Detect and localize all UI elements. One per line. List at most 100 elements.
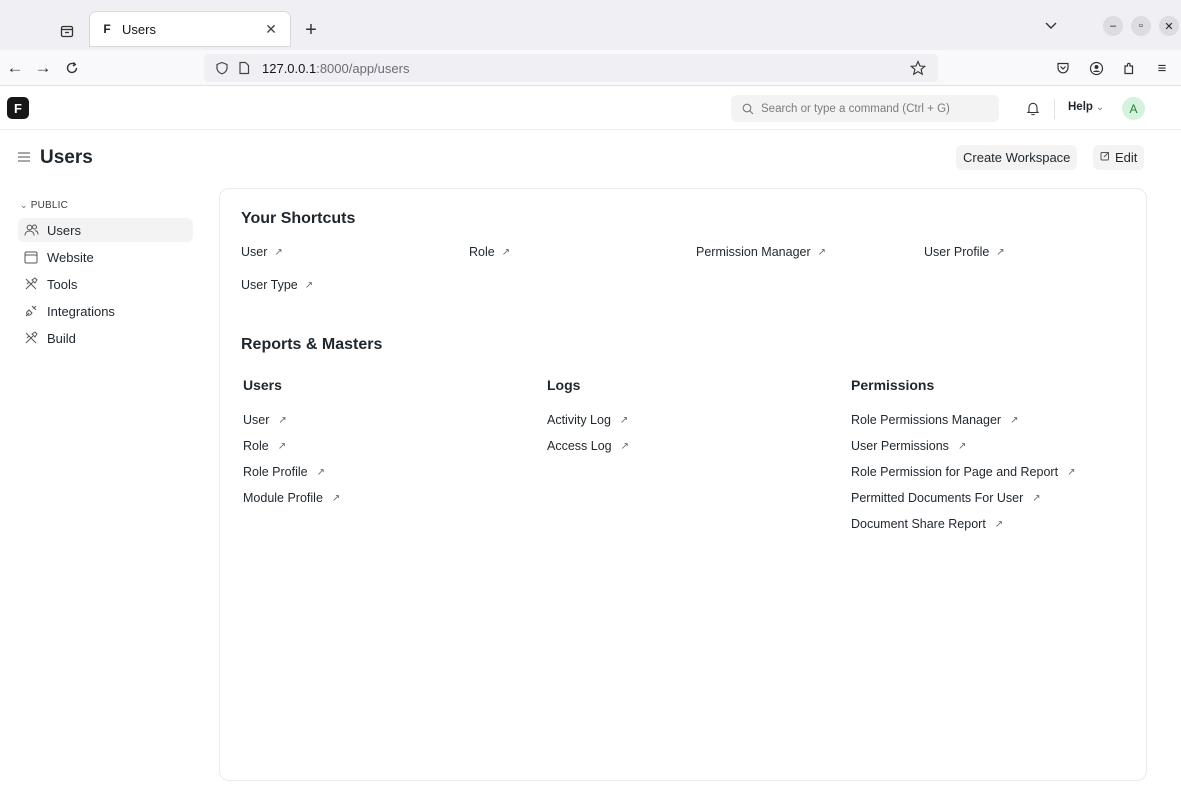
arrow-up-right-icon: ↗	[331, 492, 341, 504]
integrations-icon	[23, 303, 39, 319]
link-role[interactable]: Role ↗	[243, 439, 286, 453]
app-header: F Help ⌄ A	[0, 87, 1181, 130]
page-header: Users Create Workspace Edit	[0, 140, 1181, 176]
link-activity-log[interactable]: Activity Log ↗	[547, 413, 628, 427]
create-workspace-button[interactable]: Create Workspace	[956, 145, 1078, 170]
card-heading-users: Users	[243, 377, 282, 393]
arrow-up-right-icon: ↗	[1032, 492, 1041, 504]
build-icon	[23, 330, 39, 346]
link-document-share-report[interactable]: Document Share Report ↗	[851, 517, 1003, 531]
sidebar-item-users[interactable]: Users	[18, 218, 193, 242]
window-controls: – ▫ ✕	[1041, 16, 1181, 36]
arrow-up-right-icon: ↗	[501, 246, 511, 258]
maximize-icon[interactable]: ▫	[1131, 16, 1151, 36]
close-icon[interactable]: ✕	[262, 21, 280, 38]
search-icon	[741, 102, 755, 116]
link-permitted-documents-for-user[interactable]: Permitted Documents For User ↗	[851, 491, 1041, 505]
link-label: Module Profile	[243, 491, 323, 505]
minimize-icon[interactable]: –	[1103, 16, 1123, 36]
awesome-bar[interactable]	[731, 95, 999, 122]
browser-icon	[23, 249, 39, 265]
shortcut-permission-manager[interactable]: Permission Manager ↗	[696, 245, 826, 259]
sidebar-item-label: Users	[47, 222, 81, 238]
edit-icon	[1100, 151, 1110, 164]
chevron-down-icon[interactable]	[1041, 16, 1061, 36]
arrow-up-right-icon: ↗	[994, 518, 1004, 530]
tools-icon	[23, 276, 39, 292]
link-user-permissions[interactable]: User Permissions ↗	[851, 439, 966, 453]
link-module-profile[interactable]: Module Profile ↗	[243, 491, 340, 505]
account-icon[interactable]	[1085, 57, 1107, 79]
browser-tab-users[interactable]: F Users ✕	[90, 12, 290, 46]
arrow-up-right-icon: ↗	[274, 246, 283, 258]
star-icon[interactable]	[908, 58, 928, 78]
sidebar-item-website[interactable]: Website	[18, 245, 193, 269]
shortcut-label: User Type	[241, 278, 298, 292]
menu-icon[interactable]: ≡	[1151, 57, 1173, 79]
header-divider	[1054, 99, 1055, 119]
reports-title: Reports & Masters	[241, 336, 383, 353]
sidebar-section-label: PUBLIC	[30, 200, 69, 211]
link-role-permissions-manager[interactable]: Role Permissions Manager ↗	[851, 413, 1018, 427]
link-label: User	[243, 413, 270, 427]
tab-title: Users	[122, 21, 156, 37]
help-label: Help	[1068, 101, 1093, 113]
extensions-icon[interactable]	[1118, 57, 1140, 79]
forward-icon[interactable]: →	[32, 57, 54, 79]
frappe-favicon-icon: F	[103, 22, 111, 36]
arrow-up-right-icon: ↗	[304, 279, 314, 291]
card-heading-permissions: Permissions	[851, 377, 935, 393]
pocket-icon[interactable]	[1052, 57, 1074, 79]
arrow-up-right-icon: ↗	[316, 466, 326, 478]
reload-icon[interactable]	[61, 57, 83, 79]
link-label: Document Share Report	[851, 517, 986, 531]
new-tab-button[interactable]: +	[298, 18, 324, 44]
shortcut-label: User	[241, 245, 268, 259]
shield-icon[interactable]	[214, 60, 230, 76]
chevron-down-icon: ⌄	[1095, 101, 1105, 113]
browser-nav-bar: ← → 127.0.0.1:8000/app/users ≡	[0, 50, 1181, 86]
shortcut-user[interactable]: User ↗	[241, 245, 283, 259]
shortcut-role[interactable]: Role ↗	[469, 245, 510, 259]
page-icon[interactable]	[236, 60, 252, 76]
shortcut-label: User Profile	[924, 245, 990, 259]
edit-button[interactable]: Edit	[1093, 145, 1145, 170]
shortcuts-title: Your Shortcuts	[241, 210, 356, 227]
sidebar-item-label: Website	[47, 249, 94, 265]
sidebar-item-label: Integrations	[47, 303, 115, 319]
url-bar[interactable]: 127.0.0.1:8000/app/users	[204, 54, 938, 82]
back-icon[interactable]: ←	[4, 57, 26, 79]
card-heading-logs: Logs	[547, 377, 581, 393]
sidebar-item-tools[interactable]: Tools	[18, 272, 193, 296]
sidebar-item-integrations[interactable]: Integrations	[18, 299, 193, 323]
sidebar-item-build[interactable]: Build	[18, 326, 193, 350]
app-logo[interactable]: F	[7, 97, 29, 119]
sidebar-item-label: Build	[47, 330, 76, 346]
arrow-up-right-icon: ↗	[1067, 466, 1076, 478]
window-close-icon[interactable]: ✕	[1159, 16, 1179, 36]
link-label: Role Profile	[243, 465, 308, 479]
browser-tab-bar: F Users ✕ + – ▫ ✕	[0, 0, 1181, 50]
shortcut-user-profile[interactable]: User Profile ↗	[924, 245, 1005, 259]
link-label: Permitted Documents For User	[851, 491, 1024, 505]
browser-toolbar-right: ≡	[1052, 57, 1181, 79]
hamburger-icon[interactable]	[16, 149, 32, 165]
tab-list-icon[interactable]	[56, 20, 78, 42]
link-role-permission-for-page-and-report[interactable]: Role Permission for Page and Report ↗	[851, 465, 1075, 479]
link-role-profile[interactable]: Role Profile ↗	[243, 465, 325, 479]
avatar[interactable]: A	[1122, 97, 1145, 120]
link-user[interactable]: User ↗	[243, 413, 287, 427]
sidebar-item-label: Tools	[47, 276, 78, 292]
arrow-up-right-icon: ↗	[957, 440, 967, 452]
search-input[interactable]	[761, 102, 991, 115]
link-label: Access Log	[547, 439, 612, 453]
help-dropdown[interactable]: Help ⌄	[1068, 101, 1104, 113]
link-label: Activity Log	[547, 413, 611, 427]
shortcut-user-type[interactable]: User Type ↗	[241, 278, 313, 292]
link-access-log[interactable]: Access Log ↗	[547, 439, 629, 453]
arrow-up-right-icon: ↗	[278, 414, 287, 426]
link-label: Role Permission for Page and Report	[851, 465, 1059, 479]
link-label: Role	[243, 439, 269, 453]
bell-icon[interactable]	[1024, 99, 1042, 117]
sidebar-section-public[interactable]: ⌄ PUBLIC	[20, 200, 68, 211]
